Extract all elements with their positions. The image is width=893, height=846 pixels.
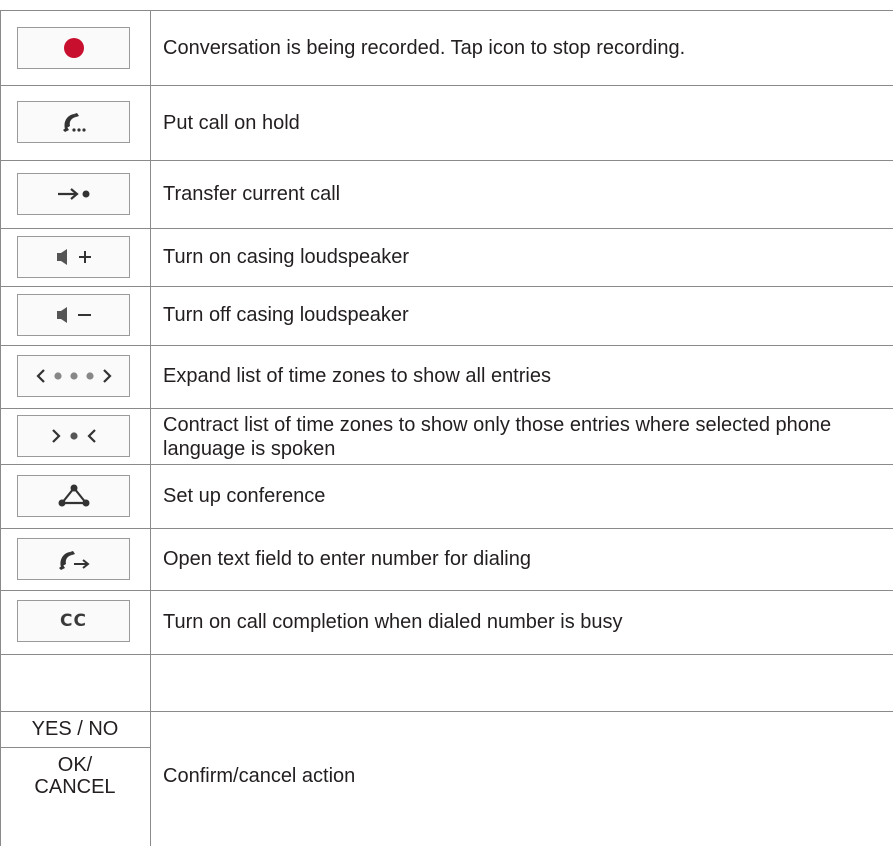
row-description: Confirm/cancel action	[163, 765, 356, 787]
record-button[interactable]	[17, 27, 130, 69]
dial-number-button[interactable]	[17, 538, 130, 580]
row-description: Put call on hold	[163, 112, 300, 134]
expand-list-button[interactable]	[17, 355, 130, 397]
row-description: Expand list of time zones to show all en…	[163, 365, 551, 387]
row-description: Open text field to enter number for dial…	[163, 548, 531, 570]
call-completion-icon: CC	[60, 611, 87, 631]
expand-list-icon	[35, 369, 112, 383]
row-description: Turn off casing loudspeaker	[163, 304, 409, 326]
transfer-call-button[interactable]	[17, 173, 130, 215]
icon-legend-table: Conversation is being recorded. Tap icon…	[0, 0, 893, 846]
speaker-off-button[interactable]	[17, 294, 130, 336]
row-divider	[0, 345, 893, 346]
row-divider	[0, 464, 893, 465]
ok-cancel-label-line2: CANCEL	[34, 776, 116, 798]
contract-list-button[interactable]	[17, 415, 130, 457]
row-description: Contract list of time zones to show only…	[163, 414, 832, 460]
call-completion-button[interactable]: CC	[17, 600, 130, 642]
row-description: Turn on casing loudspeaker	[163, 246, 410, 268]
row-divider	[0, 711, 893, 712]
row-divider	[0, 10, 893, 11]
row-description: Conversation is being recorded. Tap icon…	[163, 37, 686, 59]
row-divider	[0, 654, 893, 655]
conference-button[interactable]	[17, 475, 130, 517]
row-divider	[0, 590, 893, 591]
row-divider	[0, 160, 893, 161]
row-divider	[0, 286, 893, 287]
ok-cancel-button[interactable]: OK/ CANCEL	[0, 754, 150, 798]
row-divider	[0, 228, 893, 229]
row-description: Set up conference	[163, 485, 326, 507]
yes-no-button[interactable]: YES / NO	[0, 718, 150, 740]
row-divider	[0, 747, 150, 748]
record-icon	[63, 38, 84, 58]
row-description: Transfer current call	[163, 183, 341, 205]
row-description: Turn on call completion when dialed numb…	[163, 611, 623, 633]
transfer-call-icon	[57, 188, 89, 200]
speaker-off-icon	[56, 307, 91, 323]
row-divider	[0, 408, 893, 409]
column-divider	[150, 10, 151, 846]
dial-number-icon	[58, 551, 90, 570]
speaker-on-icon	[56, 249, 91, 265]
row-divider	[0, 528, 893, 529]
row-divider	[0, 85, 893, 86]
ok-cancel-label-line1: OK/	[57, 754, 93, 776]
contract-list-icon	[51, 429, 96, 443]
hold-call-button[interactable]	[17, 101, 130, 143]
conference-icon	[58, 484, 89, 507]
speaker-on-button[interactable]	[17, 236, 130, 278]
hold-call-icon	[62, 113, 86, 132]
